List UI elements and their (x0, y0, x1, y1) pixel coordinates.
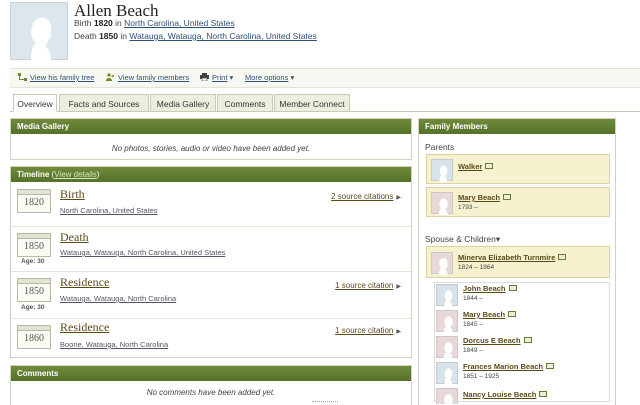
source-citations-link[interactable]: 2 source citations ▶ (331, 192, 401, 201)
female-silhouette-icon (436, 336, 458, 359)
child-dates: 1849 – (463, 347, 483, 354)
event-place[interactable]: Watauga, Watauga, North Carolina (60, 294, 176, 303)
birth-place-link[interactable]: North Carolina, United States (124, 18, 235, 28)
male-silhouette-icon (436, 362, 458, 385)
source-citations-link[interactable]: 1 source citation ▶ (335, 281, 401, 290)
spouse-card[interactable]: Minerva Elizabeth Turnmire 1824 – 1864 (426, 246, 610, 278)
calendar-icon: 1850 (17, 233, 51, 257)
chevron-down-icon: ▾ (288, 73, 295, 82)
event-age: Age: 30 (21, 304, 45, 311)
comments-panel: Comments No comments have been added yet… (10, 365, 412, 405)
family-tree-icon (18, 73, 27, 81)
event-title[interactable]: Death (60, 230, 89, 245)
event-place[interactable]: Boone, Watauga, North Carolina (60, 340, 168, 349)
resize-grip[interactable] (312, 401, 338, 403)
birth-summary: Birth 1820 in North Carolina, United Sta… (74, 18, 235, 28)
death-summary: Death 1850 in Watauga, Watauga, North Ca… (74, 31, 317, 41)
spouse-children-label[interactable]: Spouse & Children▾ (425, 234, 500, 245)
chevron-down-icon: ▾ (227, 73, 234, 82)
view-family-tree-link[interactable]: View his family tree (18, 73, 94, 82)
family-members-header: Family Members (419, 119, 615, 134)
profile-card-icon (503, 194, 512, 200)
tab-media-gallery[interactable]: Media Gallery (150, 94, 216, 112)
parents-label: Parents (425, 142, 455, 152)
parent-name: Mary Beach (458, 193, 512, 202)
female-silhouette-icon (431, 252, 453, 275)
child-dates: 1844 – (463, 295, 483, 302)
male-silhouette-icon (31, 17, 52, 61)
female-silhouette-icon (431, 192, 453, 215)
event-place[interactable]: Watauga, Watauga, North Carolina, United… (60, 248, 225, 257)
chevron-down-icon: ▾ (495, 234, 501, 244)
spouse-dates: 1824 – 1864 (458, 264, 495, 271)
media-gallery-panel: Media Gallery No photos, stories, audio … (10, 118, 412, 160)
female-silhouette-icon (436, 310, 458, 333)
spouse-name: Minerva Elizabeth Turnmire (458, 253, 567, 262)
profile-card-icon (523, 337, 532, 343)
caret-right-icon: ▶ (396, 329, 401, 335)
child-card-mary-beach[interactable]: Mary Beach 1845 – (436, 309, 608, 333)
event-age: Age: 30 (21, 258, 45, 265)
timeline-event-residence-1850: 1850 Age: 30 Residence Watauga, Watauga,… (11, 273, 411, 319)
profile-card-icon (558, 254, 567, 260)
view-details-link[interactable]: View details (54, 170, 97, 179)
profile-tabs: Overview Facts and Sources Media Gallery… (10, 94, 640, 112)
source-citations-link[interactable]: 1 source citation ▶ (335, 326, 401, 335)
child-name: Frances Marion Beach (463, 362, 555, 371)
event-title[interactable]: Residence (60, 320, 109, 335)
parent-card-walker[interactable]: Walker (426, 154, 610, 184)
timeline-event-birth: 1820 Birth North Carolina, United States… (11, 182, 411, 227)
timeline-header: Timeline (View details) (11, 167, 411, 182)
parent-name: Walker (458, 162, 494, 171)
tab-member-connect[interactable]: Member Connect (274, 94, 350, 112)
media-gallery-header: Media Gallery (11, 119, 411, 134)
male-silhouette-icon (436, 284, 458, 307)
child-dates: 1845 – (463, 321, 483, 328)
media-empty-message: No photos, stories, audio or video have … (111, 144, 311, 153)
child-card-dorcus-e-beach[interactable]: Dorcus E Beach 1849 – (436, 335, 608, 359)
view-family-members-link[interactable]: View family members (106, 73, 189, 82)
comments-header: Comments (11, 366, 411, 381)
profile-card-icon (485, 163, 494, 169)
tab-comments[interactable]: Comments (217, 94, 273, 112)
child-name: Nancy Louise Beach (463, 390, 548, 399)
comments-empty-message: No comments have been added yet. (146, 388, 276, 397)
child-dates: 1851 – 1925 (463, 373, 500, 380)
child-name: Mary Beach (463, 310, 517, 319)
event-title[interactable]: Residence (60, 275, 109, 290)
calendar-icon: 1860 (17, 325, 51, 349)
action-bar: View his family tree View family members… (10, 68, 640, 88)
child-name: Dorcus E Beach (463, 336, 532, 345)
profile-card-icon (539, 391, 548, 397)
timeline-panel: Timeline (View details) 1820 Birth North… (10, 166, 412, 358)
timeline-event-death: 1850 Age: 30 Death Watauga, Watauga, Nor… (11, 228, 411, 272)
profile-photo-placeholder[interactable] (10, 2, 68, 61)
profile-card-icon (546, 363, 555, 369)
child-name: John Beach (463, 284, 517, 293)
print-menu[interactable]: Print ▾ (200, 73, 233, 82)
male-silhouette-icon (431, 159, 453, 182)
child-card-john-beach[interactable]: John Beach 1844 – (436, 283, 608, 307)
death-place-link[interactable]: Watauga, Watauga, North Carolina, United… (129, 31, 316, 41)
printer-icon (200, 73, 209, 81)
profile-card-icon (508, 311, 517, 317)
calendar-icon: 1850 (17, 278, 51, 302)
caret-right-icon: ▶ (396, 284, 401, 290)
parent-card-mary-beach[interactable]: Mary Beach 1793 – (426, 187, 610, 217)
tab-facts-and-sources[interactable]: Facts and Sources (59, 94, 149, 112)
calendar-icon: 1820 (17, 189, 51, 213)
caret-right-icon: ▶ (396, 195, 401, 201)
child-card-frances-marion-beach[interactable]: Frances Marion Beach 1851 – 1925 (436, 361, 608, 385)
people-icon (106, 73, 115, 81)
parent-dates: 1793 – (458, 204, 478, 211)
profile-card-icon (508, 285, 517, 291)
timeline-event-residence-1860: 1860 Residence Boone, Watauga, North Car… (11, 320, 411, 358)
profile-header: Allen Beach Birth 1820 in North Carolina… (0, 0, 640, 64)
more-options-menu[interactable]: More options ▾ (245, 73, 294, 82)
child-card-nancy-louise-beach[interactable]: Nancy Louise Beach (436, 387, 608, 404)
event-place[interactable]: North Carolina, United States (60, 206, 158, 215)
event-title[interactable]: Birth (60, 187, 85, 202)
female-silhouette-icon (436, 388, 458, 404)
tab-overview[interactable]: Overview (13, 94, 57, 112)
